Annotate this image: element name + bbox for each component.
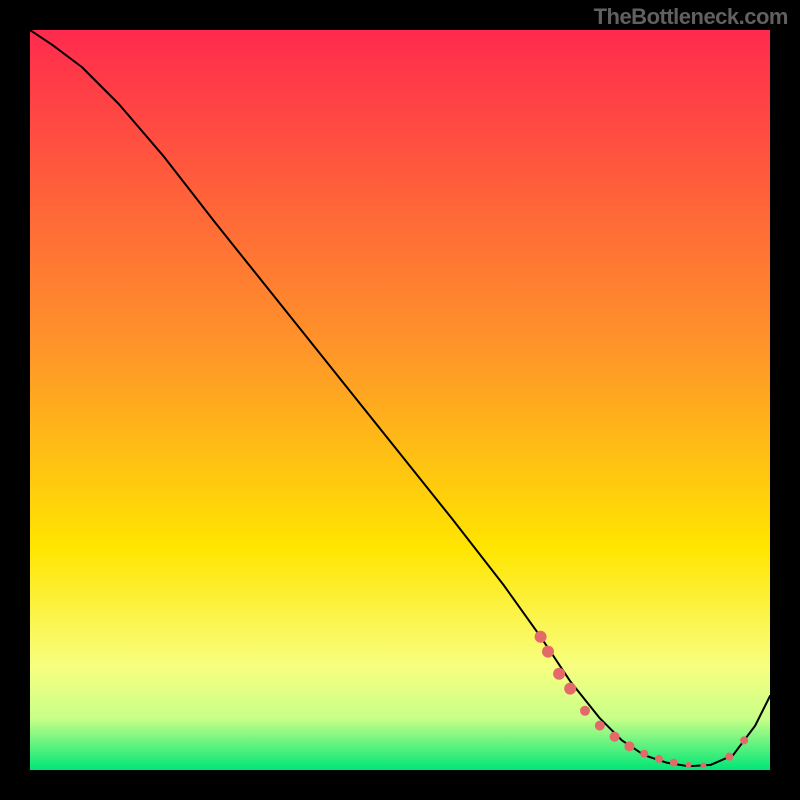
data-marker (580, 706, 590, 716)
data-marker (535, 631, 547, 643)
data-marker (564, 683, 576, 695)
data-marker (740, 736, 748, 744)
data-marker (553, 668, 565, 680)
chart-background (30, 30, 770, 770)
data-marker (725, 753, 733, 761)
data-marker (640, 750, 648, 758)
data-marker (542, 646, 554, 658)
data-marker (686, 762, 692, 768)
chart-plot-area (30, 30, 770, 770)
data-marker (610, 732, 620, 742)
data-marker (595, 721, 605, 731)
data-marker (670, 759, 678, 767)
chart-svg (30, 30, 770, 770)
data-marker (655, 755, 663, 763)
data-marker (700, 763, 706, 769)
data-marker (624, 741, 634, 751)
watermark-text: TheBottleneck.com (594, 4, 788, 30)
